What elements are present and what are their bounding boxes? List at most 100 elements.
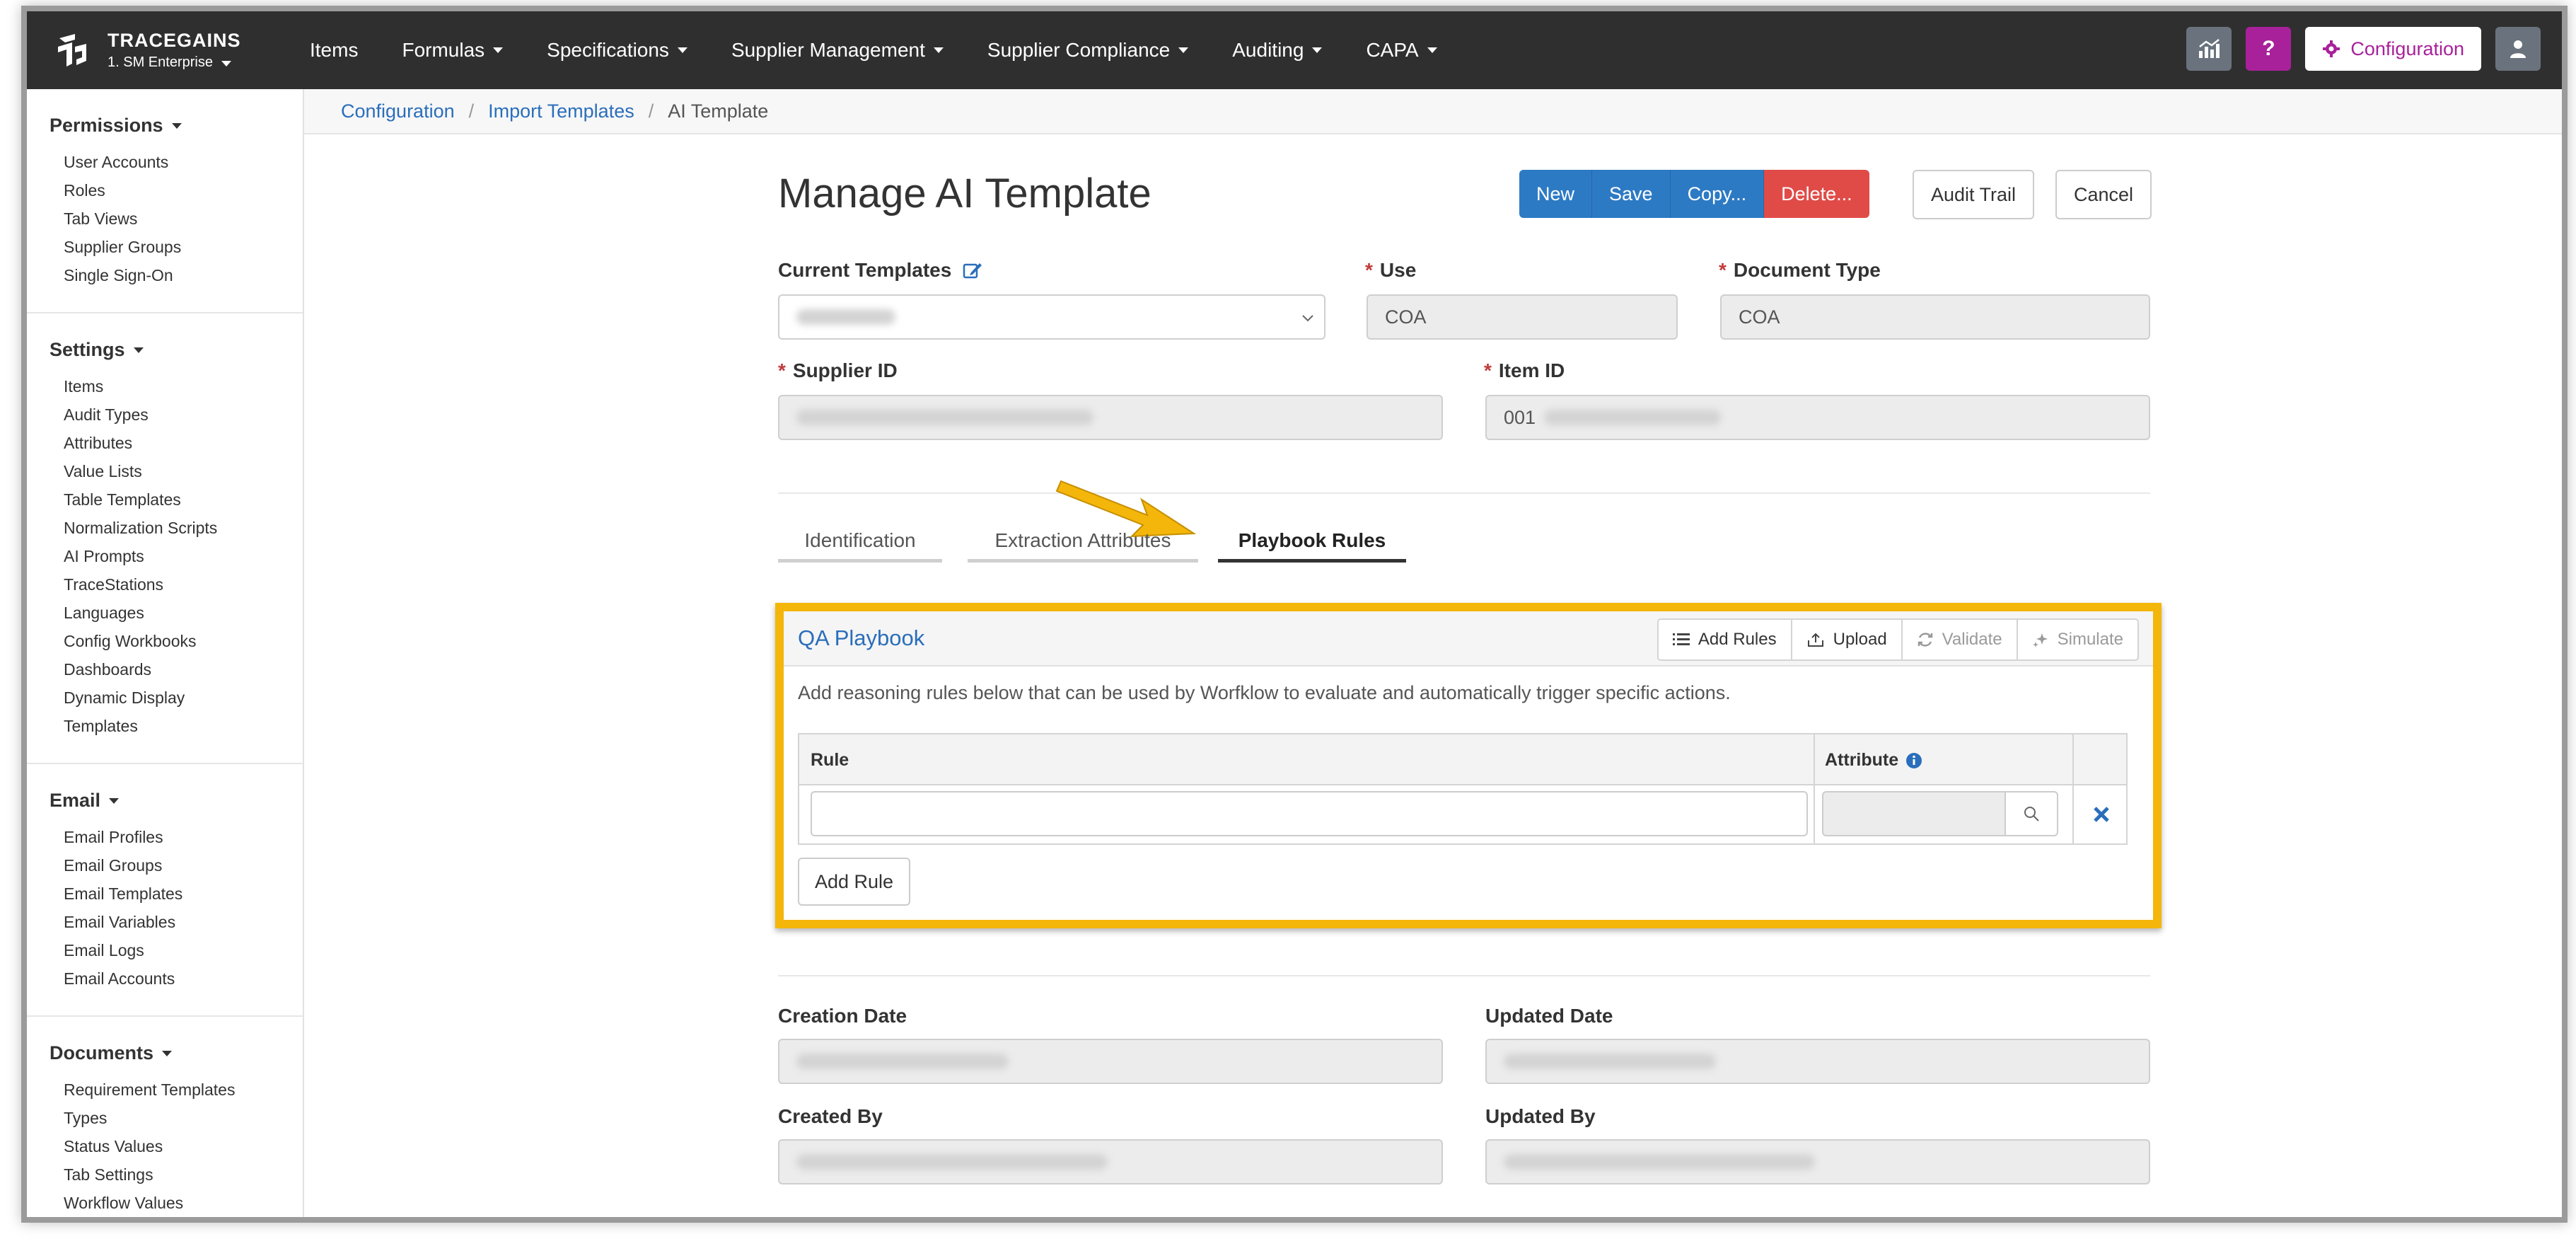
- blurred-value: [796, 309, 895, 325]
- sidebar-heading-documents[interactable]: Documents: [50, 1042, 303, 1064]
- sidebar-item-value-lists[interactable]: Value Lists: [64, 457, 303, 485]
- info-icon[interactable]: [1905, 752, 1922, 769]
- nav-formulas[interactable]: Formulas: [402, 39, 504, 62]
- nav-label: Formulas: [402, 39, 485, 61]
- nav-specifications[interactable]: Specifications: [547, 39, 687, 62]
- add-rules-button[interactable]: Add Rules: [1659, 620, 1792, 659]
- nav-label: Supplier Management: [731, 39, 925, 61]
- gear-icon: [2323, 40, 2340, 57]
- upload-button[interactable]: Upload: [1792, 620, 1903, 659]
- blurred-value: [1544, 410, 1722, 425]
- upload-label: Upload: [1833, 630, 1887, 649]
- nav-auditing[interactable]: Auditing: [1232, 39, 1323, 62]
- validate-button[interactable]: Validate: [1903, 620, 2018, 659]
- tab-extraction-attributes[interactable]: Extraction Attributes: [968, 529, 1198, 563]
- section-divider: [778, 492, 2150, 494]
- sidebar-item-ai-prompts[interactable]: AI Prompts: [64, 542, 303, 570]
- sidebar-group-email: Email Email Profiles Email Groups Email …: [27, 764, 303, 1017]
- use-field: COA: [1367, 294, 1678, 340]
- sidebar-item-user-accounts[interactable]: User Accounts: [64, 148, 303, 176]
- user-menu-button[interactable]: [2495, 27, 2541, 71]
- copy-button[interactable]: Copy...: [1670, 170, 1765, 218]
- sidebar-item-email-profiles[interactable]: Email Profiles: [64, 823, 303, 851]
- analytics-button[interactable]: [2186, 27, 2232, 71]
- nav-capa[interactable]: CAPA: [1366, 39, 1437, 62]
- sidebar-item-supplier-groups[interactable]: Supplier Groups: [64, 233, 303, 261]
- tab-playbook-rules[interactable]: Playbook Rules: [1218, 529, 1406, 563]
- sidebar-item-config-workbooks[interactable]: Config Workbooks: [64, 627, 303, 655]
- required-marker: *: [1365, 259, 1373, 281]
- analytics-chart-icon: [2199, 39, 2220, 58]
- audit-trail-button[interactable]: Audit Trail: [1913, 170, 2035, 219]
- breadcrumb-separator: /: [468, 100, 475, 122]
- supplier-id-label-text: Supplier ID: [792, 359, 898, 381]
- sidebar-item-email-variables[interactable]: Email Variables: [64, 908, 303, 936]
- save-button[interactable]: Save: [1592, 170, 1671, 218]
- playbook-toolbar: Add Rules Upload Validate Simulate: [1657, 618, 2139, 661]
- sidebar-item-audit-types[interactable]: Audit Types: [64, 400, 303, 429]
- attribute-input[interactable]: [1822, 791, 2006, 836]
- chevron-down-icon: [493, 47, 504, 53]
- sidebar-item-status-values[interactable]: Status Values: [64, 1132, 303, 1160]
- sidebar-item-languages[interactable]: Languages: [64, 599, 303, 627]
- account-selector[interactable]: 1. SM Enterprise: [108, 54, 241, 71]
- sidebar-item-table-templates[interactable]: Table Templates: [64, 485, 303, 514]
- sidebar-item-roles[interactable]: Roles: [64, 176, 303, 204]
- delete-button[interactable]: Delete...: [1764, 170, 1869, 218]
- simulate-button[interactable]: Simulate: [2018, 620, 2137, 659]
- tab-identification[interactable]: Identification: [778, 529, 942, 563]
- sidebar-item-dynamic-display[interactable]: Dynamic Display: [64, 684, 303, 712]
- configuration-button[interactable]: Configuration: [2305, 27, 2481, 71]
- attribute-search-button[interactable]: [2004, 791, 2058, 836]
- breadcrumb-import-templates[interactable]: Import Templates: [488, 100, 634, 122]
- sidebar-item-templates[interactable]: Templates: [64, 712, 303, 740]
- user-icon: [2510, 40, 2526, 58]
- required-marker: *: [778, 359, 786, 381]
- use-label-text: Use: [1379, 259, 1417, 281]
- edit-icon[interactable]: [963, 260, 982, 280]
- sidebar-item-attributes[interactable]: Attributes: [64, 429, 303, 457]
- sidebar-item-email-groups[interactable]: Email Groups: [64, 851, 303, 880]
- sidebar-group-documents: Documents Requirement Templates Types St…: [27, 1017, 303, 1217]
- sidebar-item-tab-views[interactable]: Tab Views: [64, 204, 303, 233]
- sidebar-heading-settings[interactable]: Settings: [50, 339, 303, 361]
- current-templates-label: Current Templates: [778, 259, 982, 282]
- nav-supplier-compliance[interactable]: Supplier Compliance: [987, 39, 1189, 62]
- rule-input[interactable]: [811, 791, 1808, 836]
- nav-items[interactable]: Items: [310, 39, 358, 62]
- sidebar-item-normalization-scripts[interactable]: Normalization Scripts: [64, 514, 303, 542]
- supplier-id-field: [778, 395, 1443, 440]
- sidebar-item-email-accounts[interactable]: Email Accounts: [64, 964, 303, 993]
- new-button[interactable]: New: [1519, 170, 1593, 218]
- chevron-down-icon: [1427, 47, 1437, 53]
- cancel-button[interactable]: Cancel: [2055, 170, 2152, 219]
- remove-rule-button[interactable]: [2084, 797, 2119, 832]
- app-window: TRACEGAINS 1. SM Enterprise Items Formul…: [21, 6, 2568, 1223]
- sidebar-heading-label: Email: [50, 790, 101, 811]
- sidebar-item-dashboards[interactable]: Dashboards: [64, 655, 303, 684]
- help-button[interactable]: ?: [2246, 27, 2292, 71]
- sidebar-item-email-templates[interactable]: Email Templates: [64, 880, 303, 908]
- brand-name: TRACEGAINS: [108, 30, 241, 51]
- sidebar-item-types[interactable]: Types: [64, 1104, 303, 1132]
- sidebar-item-email-logs[interactable]: Email Logs: [64, 936, 303, 964]
- sidebar-item-single-sign-on[interactable]: Single Sign-On: [64, 261, 303, 289]
- add-rule-button[interactable]: Add Rule: [798, 858, 911, 906]
- current-templates-select[interactable]: [778, 294, 1325, 340]
- brand[interactable]: TRACEGAINS 1. SM Enterprise: [54, 25, 241, 75]
- nav-label: Supplier Compliance: [987, 39, 1171, 61]
- sidebar-item-tracestations[interactable]: TraceStations: [64, 570, 303, 599]
- blurred-value: [796, 1154, 1108, 1170]
- nav-supplier-management[interactable]: Supplier Management: [731, 39, 944, 62]
- sidebar-heading-permissions[interactable]: Permissions: [50, 115, 303, 137]
- sidebar-item-requirement-templates[interactable]: Requirement Templates: [64, 1076, 303, 1104]
- sidebar-item-items[interactable]: Items: [64, 372, 303, 400]
- sidebar-item-workflow-values[interactable]: Workflow Values: [64, 1189, 303, 1217]
- sidebar-item-tab-settings[interactable]: Tab Settings: [64, 1160, 303, 1189]
- item-id-label: * Item ID: [1484, 359, 1565, 382]
- sidebar-heading-email[interactable]: Email: [50, 790, 303, 812]
- breadcrumb-configuration[interactable]: Configuration: [341, 100, 455, 122]
- simulate-label: Simulate: [2057, 630, 2123, 649]
- sidebar-heading-label: Settings: [50, 339, 125, 360]
- page-title: Manage AI Template: [778, 171, 1151, 217]
